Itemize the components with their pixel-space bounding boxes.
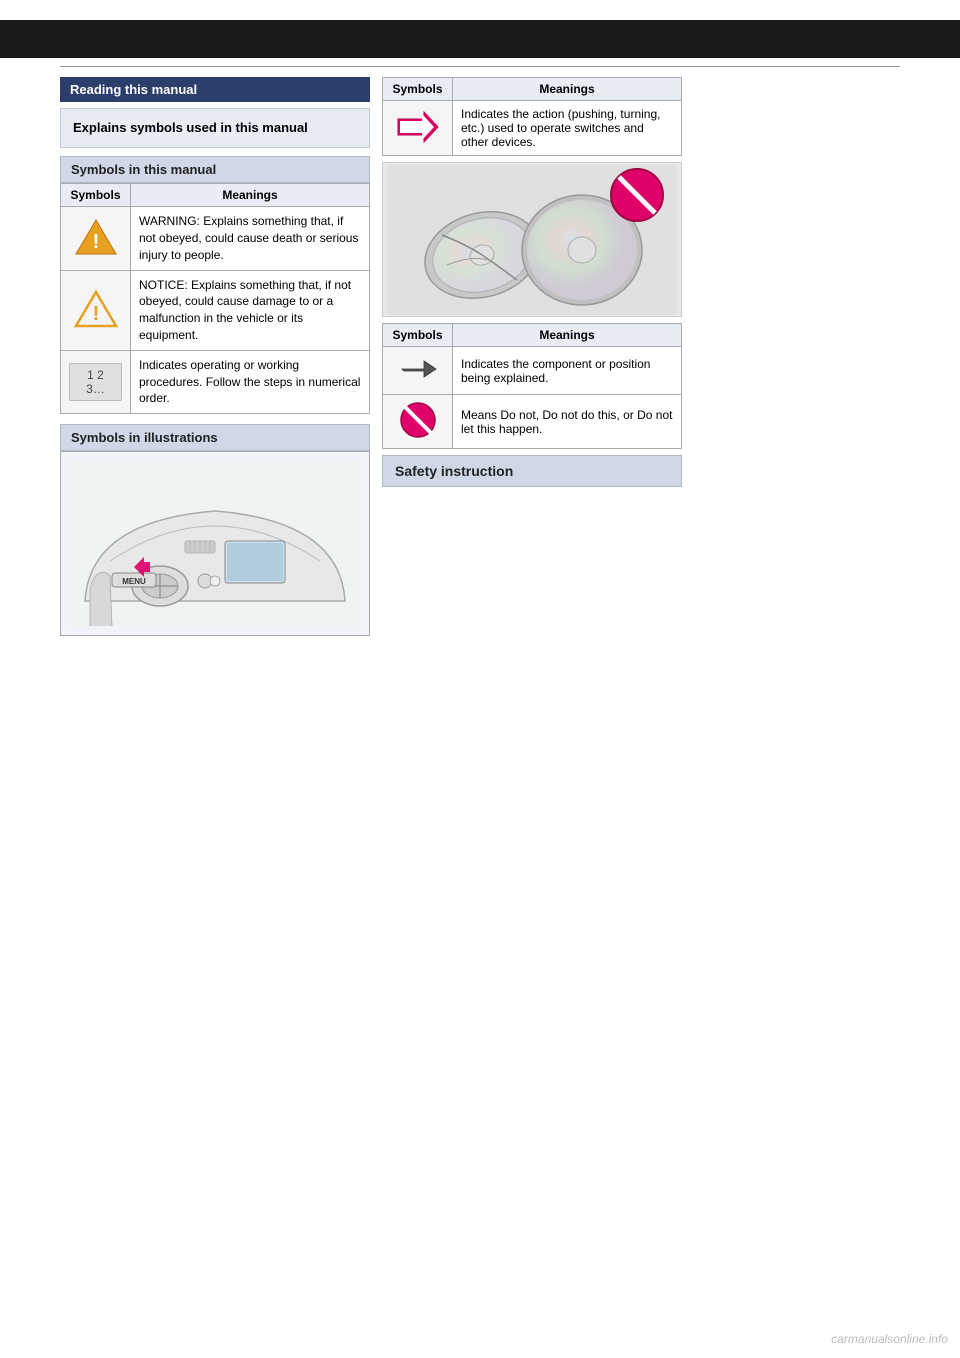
col-header-symbols: Symbols bbox=[61, 184, 131, 207]
left-column: Reading this manual Explains symbols use… bbox=[60, 77, 370, 636]
symbols-manual-table: Symbols Meanings ! bbox=[60, 183, 370, 414]
dashboard-illustration: MENU bbox=[60, 451, 370, 636]
symbols-illustrations-subheading: Symbols in illustrations bbox=[60, 424, 370, 451]
right-col-header-meanings-2: Meanings bbox=[453, 324, 682, 347]
arrow-right-hollow-icon-cell bbox=[383, 101, 453, 156]
dashboard-svg: MENU bbox=[70, 461, 360, 626]
numbers-icon: 1 2 3… bbox=[69, 363, 122, 401]
numbers-icon-cell: 1 2 3… bbox=[61, 350, 131, 413]
top-bar bbox=[0, 20, 960, 58]
warning-outline-icon: ! bbox=[74, 289, 118, 329]
no-symbol-icon bbox=[399, 401, 437, 442]
table-row: ! WARNING: Explains something that, if n… bbox=[61, 207, 370, 270]
component-position-meaning: Indicates the component or position bein… bbox=[453, 347, 682, 395]
svg-text:MENU: MENU bbox=[122, 577, 146, 586]
table-row: Indicates the action (pushing, turning, … bbox=[383, 101, 682, 156]
cd-svg bbox=[387, 165, 677, 315]
arrow-point-icon bbox=[396, 353, 440, 388]
arrow-right-hollow-icon bbox=[394, 108, 442, 149]
warning-solid-meaning: WARNING: Explains something that, if not… bbox=[131, 207, 370, 270]
cd-illustration bbox=[382, 162, 682, 317]
table-row: 1 2 3… Indicates operating or working pr… bbox=[61, 350, 370, 413]
no-symbol-icon-cell bbox=[383, 395, 453, 449]
watermark: carmanualsonline.info bbox=[831, 1332, 948, 1346]
arrow-right-meaning: Indicates the action (pushing, turning, … bbox=[453, 101, 682, 156]
symbols-manual-subheading: Symbols in this manual bbox=[60, 156, 370, 183]
right-col-header-meanings-1: Meanings bbox=[453, 78, 682, 101]
arrow-point-icon-cell bbox=[383, 347, 453, 395]
do-not-meaning: Means Do not, Do not do this, or Do not … bbox=[453, 395, 682, 449]
right-col-header-symbols-1: Symbols bbox=[383, 78, 453, 101]
table-row: Indicates the component or position bein… bbox=[383, 347, 682, 395]
warning-solid-icon-cell: ! bbox=[61, 207, 131, 270]
right-col-header-symbols-2: Symbols bbox=[383, 324, 453, 347]
svg-text:!: ! bbox=[92, 231, 99, 253]
right-symbols-table-2: Symbols Meanings bbox=[382, 323, 682, 449]
safety-instruction-heading: Safety instruction bbox=[382, 455, 682, 487]
right-symbols-table-1: Symbols Meanings bbox=[382, 77, 682, 156]
warning-outline-icon-cell: ! bbox=[61, 270, 131, 350]
right-column: Symbols Meanings bbox=[382, 77, 682, 636]
warning-solid-icon: ! bbox=[74, 217, 118, 257]
table-row: Means Do not, Do not do this, or Do not … bbox=[383, 395, 682, 449]
top-rule bbox=[60, 66, 900, 67]
svg-text:!: ! bbox=[92, 303, 99, 325]
notice-meaning: NOTICE: Explains something that, if not … bbox=[131, 270, 370, 350]
operating-procedures-meaning: Indicates operating or working procedure… bbox=[131, 350, 370, 413]
reading-manual-heading: Reading this manual bbox=[60, 77, 370, 102]
symbols-illustrations-section: Symbols in illustrations bbox=[60, 424, 370, 636]
col-header-meanings: Meanings bbox=[131, 184, 370, 207]
explain-symbols-box: Explains symbols used in this manual bbox=[60, 108, 370, 148]
table-row: ! NOTICE: Explains something that, if no… bbox=[61, 270, 370, 350]
content-area: Reading this manual Explains symbols use… bbox=[0, 77, 960, 636]
